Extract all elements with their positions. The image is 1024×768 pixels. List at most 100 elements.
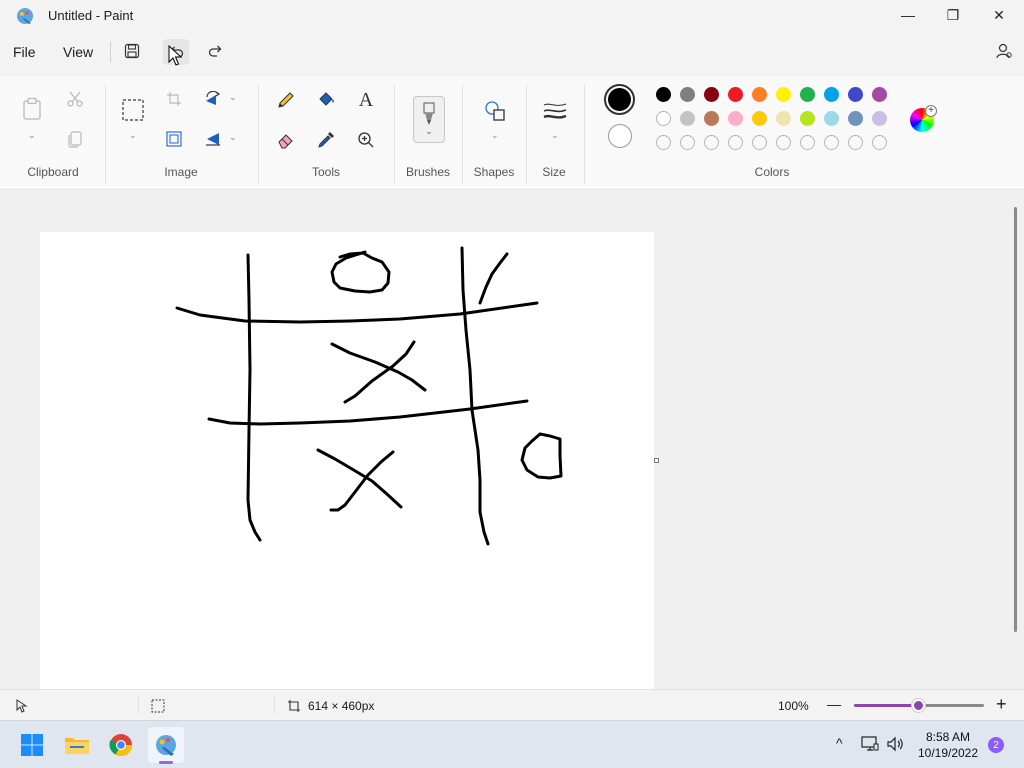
maximize-button[interactable]: ❐ — [930, 0, 976, 30]
select-dropdown-icon[interactable]: ⌄ — [129, 130, 137, 141]
color-swatch[interactable] — [872, 87, 887, 102]
window-title: Untitled - Paint — [48, 8, 134, 23]
color-swatch[interactable] — [704, 87, 719, 102]
color-picker-button[interactable] — [314, 128, 338, 152]
x-mark-center-stroke-2 — [343, 340, 416, 404]
edit-colors-button[interactable]: + — [910, 105, 937, 132]
show-hidden-icons-button[interactable]: ^ — [836, 735, 843, 751]
rotate-dropdown-icon[interactable]: ⌄ — [229, 92, 237, 103]
color-swatch[interactable] — [776, 87, 791, 102]
custom-color-slot[interactable] — [704, 135, 719, 150]
color-swatch[interactable] — [848, 87, 863, 102]
zoom-percentage[interactable]: 100% — [778, 699, 809, 713]
zoom-out-button[interactable]: — — [827, 696, 841, 712]
resize-icon — [166, 131, 182, 147]
custom-color-slot[interactable] — [848, 135, 863, 150]
save-button[interactable] — [121, 40, 143, 62]
eyedropper-icon — [318, 132, 334, 148]
custom-color-slot[interactable] — [728, 135, 743, 150]
color-swatch[interactable] — [656, 87, 671, 102]
color-swatch[interactable] — [656, 111, 671, 126]
secondary-color-button[interactable] — [608, 124, 632, 148]
custom-color-slot[interactable] — [776, 135, 791, 150]
zoom-slider-thumb[interactable] — [912, 699, 925, 712]
color-swatch[interactable] — [848, 111, 863, 126]
drawing-canvas[interactable] — [40, 232, 654, 689]
color-swatch[interactable] — [704, 111, 719, 126]
primary-color-button[interactable] — [604, 84, 635, 115]
custom-color-slot[interactable] — [656, 135, 671, 150]
o-mark-top-center — [330, 250, 391, 294]
menu-view[interactable]: View — [63, 44, 93, 60]
chrome-taskbar-button[interactable] — [105, 729, 137, 761]
color-swatch[interactable] — [872, 111, 887, 126]
custom-color-slot[interactable] — [680, 135, 695, 150]
custom-color-slot[interactable] — [872, 135, 887, 150]
minimize-icon: — — [901, 7, 915, 23]
flip-icon — [206, 133, 220, 146]
paint-taskbar-button[interactable] — [148, 727, 184, 764]
ribbon-divider — [258, 84, 259, 184]
color-swatch[interactable] — [680, 87, 695, 102]
image-group-label: Image — [164, 165, 198, 179]
custom-color-slot[interactable] — [824, 135, 839, 150]
folder-icon — [65, 738, 89, 754]
shapes-dropdown-icon[interactable]: ⌄ — [491, 130, 499, 141]
zoom-in-button[interactable]: + — [996, 694, 1007, 715]
size-button[interactable] — [542, 98, 568, 124]
x-mark-bottom-center-stroke-1 — [316, 448, 403, 509]
crop-button[interactable] — [163, 88, 185, 110]
rotate-button[interactable] — [201, 88, 225, 110]
copy-button[interactable] — [64, 128, 86, 150]
pointer-position-icon — [16, 699, 28, 713]
flip-button[interactable] — [201, 128, 225, 150]
text-button[interactable]: A — [354, 88, 378, 112]
start-button[interactable] — [16, 729, 48, 761]
cut-button[interactable] — [64, 88, 86, 110]
size-dropdown-icon[interactable]: ⌄ — [551, 130, 559, 141]
resize-button[interactable] — [163, 128, 185, 150]
file-explorer-taskbar-button[interactable] — [61, 729, 93, 761]
close-button[interactable]: ✕ — [976, 0, 1022, 30]
menu-file[interactable]: File — [13, 44, 36, 60]
canvas-resize-handle[interactable] — [654, 458, 659, 463]
color-swatch[interactable] — [728, 87, 743, 102]
color-swatch[interactable] — [752, 111, 767, 126]
paint-icon — [156, 735, 176, 756]
mouse-cursor-icon — [168, 45, 183, 66]
size-group-label: Size — [542, 165, 566, 179]
color-swatch[interactable] — [800, 87, 815, 102]
clock[interactable]: 8:58 AM 10/19/2022 — [912, 729, 984, 761]
minimize-button[interactable]: — — [885, 0, 931, 30]
volume-icon[interactable] — [886, 736, 904, 752]
color-swatch[interactable] — [800, 111, 815, 126]
shapes-button[interactable] — [482, 98, 508, 124]
custom-color-slot[interactable] — [752, 135, 767, 150]
clock-time: 8:58 AM — [925, 730, 971, 744]
vertical-scrollbar[interactable] — [1014, 207, 1017, 632]
color-swatch[interactable] — [824, 111, 839, 126]
rotate-icon — [206, 91, 221, 105]
grid-line-vertical-left — [246, 253, 262, 542]
account-button[interactable] — [993, 40, 1015, 62]
color-swatch[interactable] — [824, 87, 839, 102]
eraser-button[interactable] — [274, 128, 298, 152]
notification-badge[interactable]: 2 — [988, 737, 1004, 753]
fill-button[interactable] — [314, 88, 338, 112]
color-swatch[interactable] — [680, 111, 695, 126]
redo-button[interactable] — [205, 40, 227, 62]
magnifier-button[interactable] — [354, 128, 378, 152]
paste-button[interactable] — [20, 96, 44, 122]
flip-dropdown-icon[interactable]: ⌄ — [229, 132, 237, 143]
color-swatch[interactable] — [728, 111, 743, 126]
pencil-button[interactable] — [274, 88, 298, 112]
zoom-slider[interactable] — [854, 699, 984, 712]
network-icon[interactable] — [861, 736, 879, 752]
minus-icon: — — [827, 696, 841, 712]
custom-color-slot[interactable] — [800, 135, 815, 150]
color-swatch[interactable] — [776, 111, 791, 126]
paste-dropdown-icon[interactable]: ⌄ — [28, 130, 36, 141]
color-swatch[interactable] — [752, 87, 767, 102]
brushes-button[interactable]: ⌄ — [413, 96, 445, 143]
select-button[interactable] — [121, 98, 145, 122]
